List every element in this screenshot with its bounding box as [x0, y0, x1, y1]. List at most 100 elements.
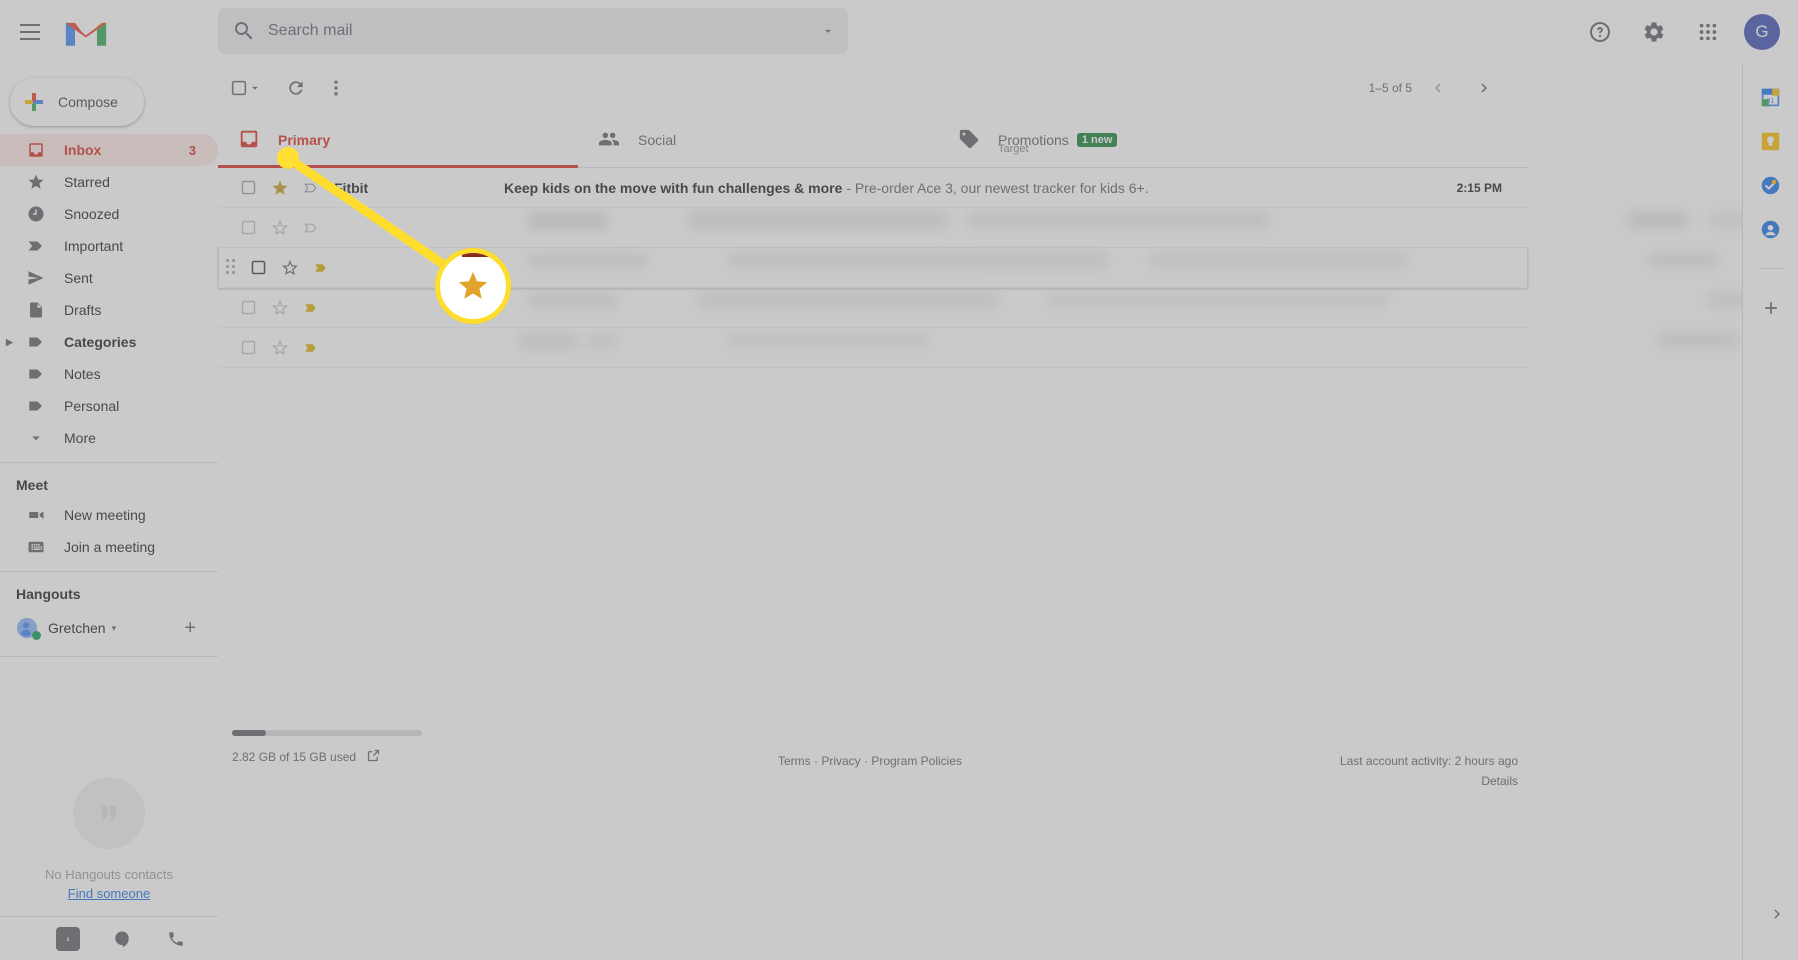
star-icon[interactable] — [270, 298, 290, 318]
pager-range: 1–5 of 5 — [1368, 81, 1412, 95]
refresh-icon[interactable] — [276, 68, 316, 108]
sidebar-item-drafts[interactable]: Drafts — [0, 294, 218, 326]
hangouts-empty-state: No Hangouts contacts Find someone — [0, 777, 218, 901]
sidebar-item-join-meeting[interactable]: Join a meeting — [0, 531, 218, 563]
gear-icon[interactable] — [1630, 8, 1678, 56]
avatar[interactable]: G — [1744, 14, 1780, 50]
sidebar-item-label: More — [64, 430, 96, 446]
sidebar-item-label: Starred — [64, 174, 110, 190]
google-calendar-icon[interactable]: 31 — [1760, 86, 1782, 108]
sidebar-item-label: Important — [64, 238, 124, 254]
sidebar: Compose Inbox 3 Starred Snoozed Importan… — [0, 64, 218, 960]
side-apps-panel: 31 — [1742, 64, 1798, 960]
sidebar-item-more[interactable]: More — [0, 422, 218, 454]
google-tasks-icon[interactable] — [1760, 174, 1782, 196]
meet-section-title: Meet — [16, 477, 48, 493]
sidebar-item-snoozed[interactable]: Snoozed — [0, 198, 218, 230]
pager-prev-icon[interactable] — [1418, 68, 1458, 108]
search-bar[interactable] — [218, 8, 848, 54]
add-app-icon[interactable] — [1760, 297, 1782, 319]
star-icon[interactable] — [270, 178, 290, 198]
search-options-icon[interactable] — [808, 24, 848, 38]
more-options-icon[interactable] — [316, 68, 356, 108]
hangouts-user-row[interactable]: Gretchen ▾ + — [0, 608, 218, 648]
tab-social[interactable]: Social — [578, 112, 938, 167]
search-input[interactable] — [268, 22, 808, 40]
storage-text: 2.82 GB of 15 GB used — [232, 750, 357, 764]
footer-links[interactable]: Terms · Privacy · Program Policies — [562, 730, 1178, 768]
important-icon[interactable] — [302, 298, 322, 318]
sidebar-item-notes[interactable]: Notes — [0, 358, 218, 390]
select-all-checkbox[interactable] — [230, 79, 262, 97]
sidebar-item-label: Snoozed — [64, 206, 120, 222]
apps-grid-icon[interactable] — [1684, 8, 1732, 56]
google-keep-icon[interactable] — [1760, 130, 1782, 152]
people-icon — [598, 128, 622, 152]
gmail-app: G Compose Inbox 3 — [0, 0, 1798, 960]
sidebar-item-label: Inbox — [64, 142, 102, 158]
promotions-badge: 1 new — [1076, 132, 1118, 147]
table-row[interactable] — [218, 208, 1768, 248]
row-checkbox[interactable] — [238, 338, 258, 358]
tab-primary[interactable]: Primary — [218, 112, 578, 168]
pager-next-icon[interactable] — [1464, 68, 1504, 108]
important-icon[interactable] — [312, 258, 332, 278]
important-icon[interactable] — [302, 338, 322, 358]
blurred-email-content — [518, 328, 1738, 368]
important-icon[interactable] — [302, 178, 322, 198]
email-subject-text: Keep kids on the move with fun challenge… — [504, 179, 843, 196]
mail-toolbar: 1–5 of 5 — [218, 64, 1528, 112]
hangouts-add-icon[interactable]: + — [184, 617, 196, 640]
tab-label: Social — [638, 131, 677, 148]
sidebar-item-label: Drafts — [64, 302, 102, 318]
hangouts-user-name: Gretchen — [48, 620, 106, 636]
find-someone-link[interactable]: Find someone — [0, 886, 218, 901]
online-status-dot — [32, 631, 41, 640]
details-link[interactable]: Details — [1178, 774, 1518, 788]
inbox-count: 3 — [188, 142, 196, 158]
hangouts-bottom-bar — [0, 916, 218, 960]
main-menu-icon[interactable] — [6, 8, 54, 56]
important-icon[interactable] — [302, 218, 322, 238]
chevron-down-icon[interactable]: ▾ — [112, 623, 117, 634]
sidebar-item-categories[interactable]: ▶ Categories — [0, 326, 218, 358]
sidebar-item-inbox[interactable]: Inbox 3 — [0, 134, 218, 166]
table-row[interactable] — [218, 288, 1768, 328]
row-checkbox[interactable] — [248, 258, 268, 278]
compose-label: Compose — [58, 94, 118, 110]
sidebar-item-starred[interactable]: Starred — [0, 166, 218, 198]
sidebar-item-sent[interactable]: Sent — [0, 262, 218, 294]
activity-text: Last account activity: 2 hours ago — [1339, 754, 1518, 768]
sidebar-item-new-meeting[interactable]: New meeting — [0, 499, 218, 531]
hangouts-conversations-icon[interactable] — [110, 927, 134, 951]
star-icon[interactable] — [280, 258, 300, 278]
sidebar-nav: Inbox 3 Starred Snoozed Important Sent D… — [0, 134, 218, 454]
google-contacts-icon[interactable] — [1760, 218, 1782, 240]
row-checkbox[interactable] — [238, 218, 258, 238]
table-row[interactable]: Fitbit Keep kids on the move with fun ch… — [218, 168, 1528, 208]
email-subject: Keep kids on the move with fun challenge… — [504, 180, 1457, 196]
row-checkbox[interactable] — [238, 178, 258, 198]
inbox-tabs: Primary Social Promotions 1 new Target — [218, 112, 1528, 168]
star-icon[interactable] — [270, 218, 290, 238]
help-icon[interactable] — [1576, 8, 1624, 56]
blurred-email-content — [528, 248, 1718, 288]
table-row[interactable] — [218, 248, 1718, 288]
table-row[interactable] — [218, 328, 1738, 368]
star-icon[interactable] — [270, 338, 290, 358]
pager: 1–5 of 5 — [1369, 68, 1528, 108]
manage-storage-icon[interactable] — [366, 748, 381, 766]
tab-promotions[interactable]: Promotions 1 new Target — [938, 112, 1298, 167]
sidebar-item-personal[interactable]: Personal — [0, 390, 218, 422]
drag-handle-icon[interactable] — [226, 258, 238, 277]
row-checkbox[interactable] — [238, 298, 258, 318]
compose-button[interactable]: Compose — [10, 78, 144, 126]
tab-label: Primary — [278, 131, 331, 148]
hangouts-contacts-icon[interactable] — [56, 926, 80, 951]
mail-footer: 2.82 GB of 15 GB used Terms · Privacy · … — [218, 730, 1528, 788]
sidebar-item-important[interactable]: Important — [0, 230, 218, 262]
expand-panel-icon[interactable] — [1768, 905, 1786, 928]
label-icon — [26, 332, 46, 352]
hangouts-phone-icon[interactable] — [164, 927, 188, 951]
gmail-logo — [65, 22, 107, 46]
